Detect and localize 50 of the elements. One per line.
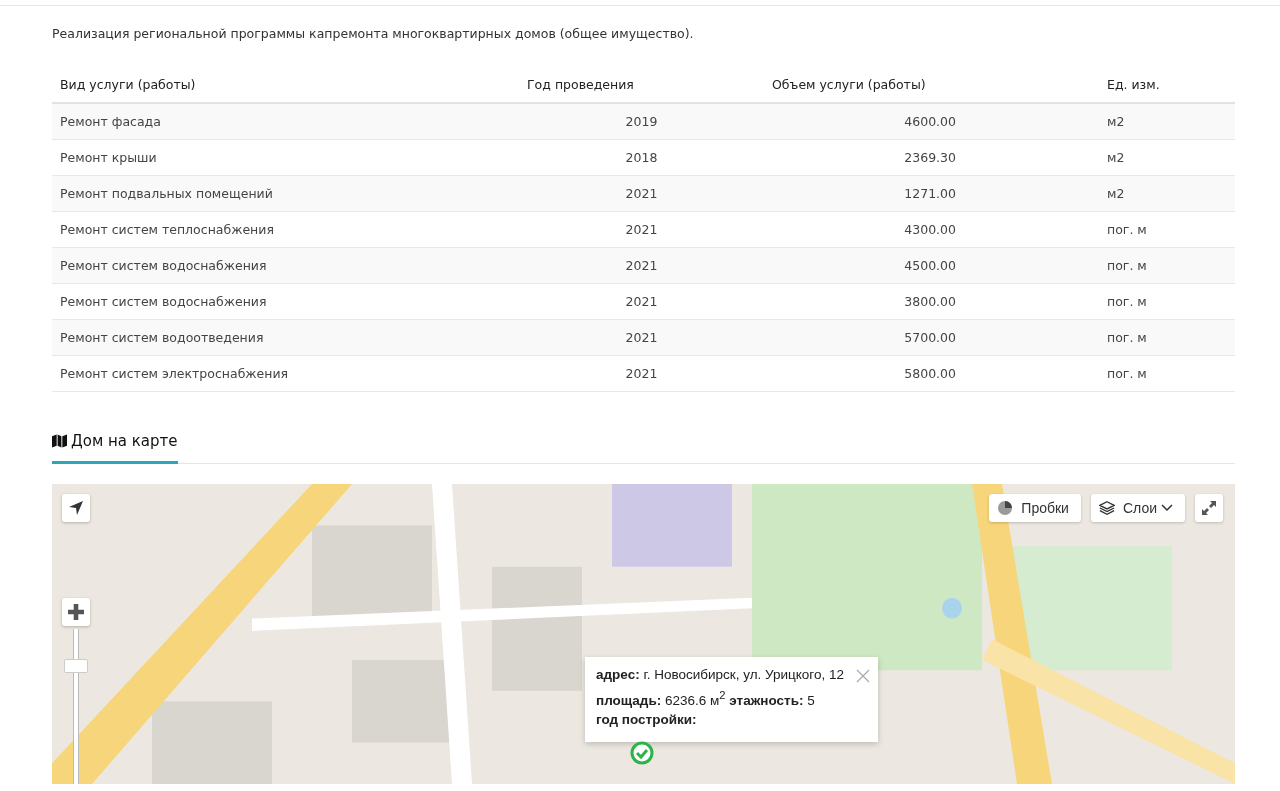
table-cell: 2021: [519, 283, 764, 319]
arrow-icon: [68, 499, 84, 516]
table-cell: 2369.30: [764, 139, 1099, 175]
table-cell: Ремонт систем водоснабжения: [52, 247, 519, 283]
zoom-in-button[interactable]: [62, 597, 90, 626]
expand-icon: [1201, 499, 1217, 516]
popup-text: год постройки:: [596, 711, 698, 729]
table-cell: Ремонт систем теплоснабжения: [52, 211, 519, 247]
locate-button[interactable]: [62, 493, 90, 522]
traffic-icon: [997, 499, 1014, 516]
table-cell: Ремонт систем водоснабжения: [52, 283, 519, 319]
table-cell: 5800.00: [764, 355, 1099, 391]
table-cell: 4500.00: [764, 247, 1099, 283]
plus-icon: [68, 603, 84, 620]
slider-handle[interactable]: [64, 658, 88, 673]
table-cell: пог. м: [1099, 247, 1235, 283]
table-cell: Ремонт фасада: [52, 103, 519, 139]
table-cell: 4600.00: [764, 103, 1099, 139]
fullscreen-button[interactable]: [1195, 493, 1223, 522]
table-cell: пог. м: [1099, 319, 1235, 355]
table-cell: пог. м: [1099, 283, 1235, 319]
table-cell: 3800.00: [764, 283, 1099, 319]
section-tab[interactable]: Дом на карте: [52, 431, 178, 464]
traffic-button[interactable]: Пробки: [989, 493, 1081, 522]
table-cell: 2021: [519, 355, 764, 391]
table-cell: м2: [1099, 175, 1235, 211]
map-icon: [52, 433, 67, 448]
table-cell: 1271.00: [764, 175, 1099, 211]
popup-text: адрес: г. Новосибирск, ул. Урицкого, 12: [596, 665, 845, 684]
table-cell: 2018: [519, 139, 764, 175]
popup-text: площадь: 6236.6 м$^{2}$ этажность: 5: [596, 687, 816, 710]
table-cell: Ремонт систем электроснабжения: [52, 355, 519, 391]
table-cell: Ремонт систем водоотведения: [52, 319, 519, 355]
table-cell: 4300.00: [764, 211, 1099, 247]
table-cell: пог. м: [1099, 211, 1235, 247]
intro-text: Реализация региональной программы капремонта многоквартирных домов (общее имущество).: [52, 26, 695, 41]
table-cell: Ремонт крыши: [52, 139, 519, 175]
table-cell: м2: [1099, 103, 1235, 139]
table-cell: Ремонт подвальных помещений: [52, 175, 519, 211]
table-cell: 2021: [519, 211, 764, 247]
chevron-icon: [1161, 503, 1173, 512]
table-cell: 2021: [519, 175, 764, 211]
table-cell: 5700.00: [764, 319, 1099, 355]
layers-icon: [1098, 499, 1115, 516]
table-cell: пог. м: [1099, 355, 1235, 391]
layers-button[interactable]: Слои: [1090, 493, 1185, 522]
table-cell: 2021: [519, 319, 764, 355]
table-cell: 2019: [519, 103, 764, 139]
table-cell: м2: [1099, 139, 1235, 175]
table-cell: 2021: [519, 247, 764, 283]
